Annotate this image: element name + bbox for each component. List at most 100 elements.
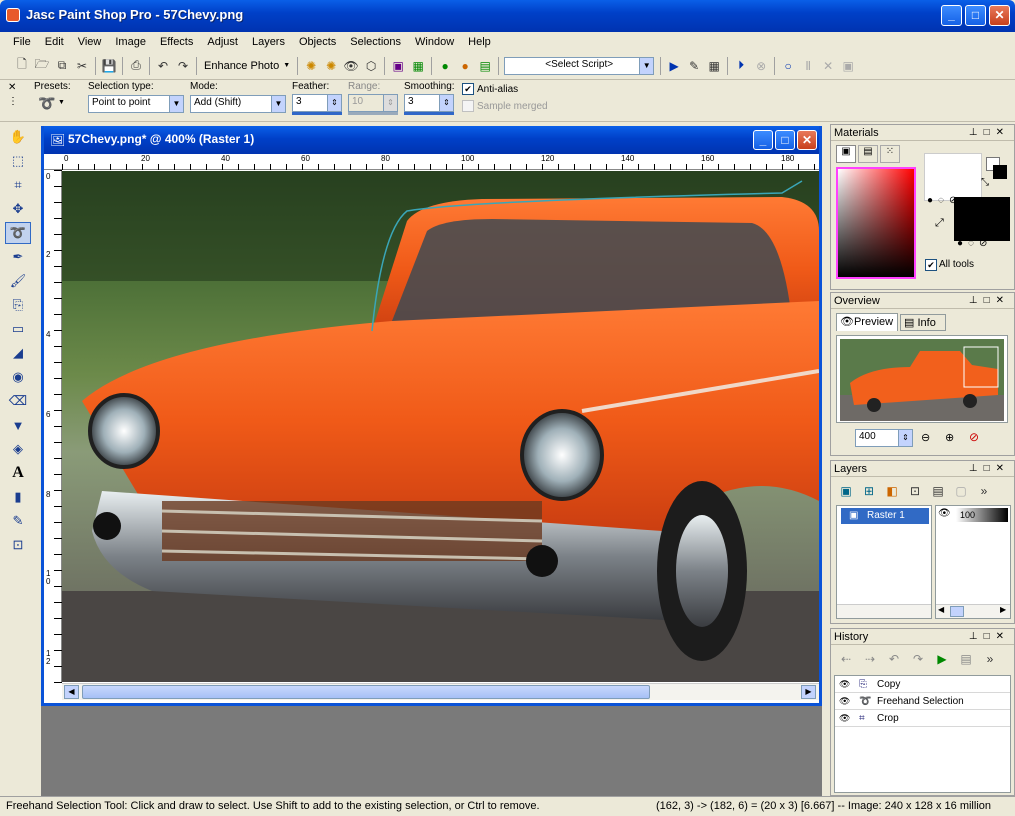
zoom-in-icon[interactable]: ⊕ (945, 431, 954, 444)
delete-layer-icon[interactable]: ▢ (951, 481, 971, 501)
quickscript-play-icon[interactable]: ▶ (932, 649, 952, 669)
menu-window[interactable]: Window (408, 36, 461, 48)
swap-fill-icon[interactable]: ⤢ (935, 217, 944, 230)
dodge-tool-icon[interactable]: ◢ (5, 342, 31, 364)
doc-maximize-button[interactable]: □ (775, 130, 795, 150)
new-adjustment-layer-icon[interactable]: ◧ (882, 481, 902, 501)
app-icon[interactable] (6, 8, 20, 22)
tab-info[interactable]: ▤ Info (900, 314, 946, 331)
swap-colors-icon[interactable]: ⤡ (981, 177, 989, 188)
menu-file[interactable]: File (6, 36, 38, 48)
dropper-tool-icon[interactable]: ✒ (5, 246, 31, 268)
cancel-icon[interactable]: ✕ (818, 56, 838, 76)
menu-effects[interactable]: Effects (153, 36, 200, 48)
scroll-right-icon[interactable]: ▶ (1000, 605, 1006, 614)
feather-slider[interactable] (292, 112, 342, 115)
frame-tab-icon[interactable]: ▣ (836, 145, 856, 163)
lighten-tool-icon[interactable]: ◉ (5, 366, 31, 388)
new-raster-layer-icon[interactable]: ▣ (836, 481, 856, 501)
new-vector-layer-icon[interactable]: ⊞ (859, 481, 879, 501)
eraser-tool-icon[interactable]: ⌫ (5, 390, 31, 412)
menu-selections[interactable]: Selections (343, 36, 408, 48)
move-tool-icon[interactable]: ✥ (5, 198, 31, 220)
visibility-eye-icon[interactable]: 👁 (938, 508, 951, 519)
preset-dropdown-icon[interactable]: ▼ (58, 99, 65, 106)
menu-objects[interactable]: Objects (292, 36, 343, 48)
clone-brush-tool-icon[interactable]: ⎘ (5, 294, 31, 316)
zoom-input[interactable]: 400 ⇕ (855, 429, 913, 447)
scroll-left-icon[interactable]: ◀ (938, 605, 944, 614)
pan-tool-icon[interactable]: ✋ (5, 126, 31, 148)
person-green-icon[interactable]: ● (435, 56, 455, 76)
run-script-icon[interactable]: ▶ (664, 56, 684, 76)
overview-preview[interactable] (836, 335, 1008, 423)
stop-script-icon[interactable]: ⊗ (751, 56, 771, 76)
sample-merged-checkbox[interactable] (462, 100, 474, 112)
redo-selected-icon[interactable]: ⇢ (860, 649, 880, 669)
palette-controls[interactable]: ⊥□✕ (969, 629, 1010, 645)
undo-selected-icon[interactable]: ⇠ (836, 649, 856, 669)
scroll-left-icon[interactable]: ◀ (64, 685, 79, 699)
color-picker[interactable] (836, 167, 916, 279)
swatches-tab-icon[interactable]: ⁙ (880, 145, 900, 163)
selection-tool-icon[interactable]: ⬚ (5, 150, 31, 172)
palette-controls[interactable]: ⊥□✕ (969, 125, 1010, 141)
text-tool-icon[interactable]: A (5, 462, 31, 484)
enhance-dropdown-icon[interactable]: ▼ (283, 62, 290, 69)
open-file-icon[interactable]: 🗁 (32, 56, 52, 76)
save-script-icon[interactable]: ▣ (838, 56, 858, 76)
minimize-button[interactable]: _ (941, 5, 962, 26)
effect-browser-icon[interactable]: ▣ (388, 56, 408, 76)
layer-props-scrollbar[interactable]: ◀ ▶ (936, 604, 1010, 618)
fill-tool-icon[interactable]: ▼ (5, 414, 31, 436)
spin-icon[interactable]: ⇕ (439, 95, 453, 111)
lasso-preset-icon[interactable]: ➰ (38, 95, 55, 112)
doc-minimize-button[interactable]: _ (753, 130, 773, 150)
history-undo-icon[interactable]: ↶ (884, 649, 904, 669)
rainbow-tab-icon[interactable]: ▤ (858, 145, 878, 163)
chevron-down-icon[interactable]: ▼ (639, 57, 654, 74)
menu-image[interactable]: Image (108, 36, 153, 48)
picture-frame-icon[interactable]: ▦ (408, 56, 428, 76)
pause-icon[interactable]: Ⅱ (798, 56, 818, 76)
more-options-icon[interactable]: » (974, 481, 994, 501)
paint-brush-tool-icon[interactable]: 🖌 (5, 270, 31, 292)
history-redo-icon[interactable]: ↷ (908, 649, 928, 669)
menu-layers[interactable]: Layers (245, 36, 292, 48)
duplicate-layer-icon[interactable]: ▤ (928, 481, 948, 501)
all-tools-checkbox[interactable]: ✔ (925, 259, 937, 271)
landscape-icon[interactable]: ▤ (475, 56, 495, 76)
scanner-icon[interactable]: ✂ (72, 56, 92, 76)
menu-help[interactable]: Help (461, 36, 498, 48)
auto-saturation-icon[interactable]: ✺ (321, 56, 341, 76)
preset-shape-tool-icon[interactable]: ▮ (5, 486, 31, 508)
more-options-icon[interactable]: » (980, 649, 1000, 669)
image-canvas[interactable] (62, 171, 819, 682)
smoothing-input[interactable]: 3 ⇕ (404, 94, 454, 112)
eye-icon[interactable]: 👁 (839, 693, 850, 710)
menu-edit[interactable]: Edit (38, 36, 71, 48)
redo-icon[interactable]: ↷ (173, 56, 193, 76)
feather-input[interactable]: 3 ⇕ (292, 94, 342, 112)
range-slider[interactable] (348, 112, 398, 115)
eye-icon[interactable]: 👁 (839, 710, 850, 727)
zoom-actual-icon[interactable]: ⊘ (969, 430, 979, 444)
browse-icon[interactable]: ⧉ (52, 56, 72, 76)
save-quickscript-icon[interactable]: ▤ (956, 649, 976, 669)
edit-script-icon[interactable]: ✎ (684, 56, 704, 76)
red-eye-icon[interactable]: 👁 (341, 56, 361, 76)
tab-preview[interactable]: 👁Preview (836, 313, 898, 331)
freehand-selection-tool-icon[interactable]: ➰ (5, 222, 31, 244)
background-swatch[interactable] (954, 197, 1010, 241)
document-title-bar[interactable]: 🖼 57Chevy.png* @ 400% (Raster 1) _ □ ✕ (44, 126, 819, 154)
range-input[interactable]: 10 ⇕ (348, 94, 398, 112)
save-icon[interactable]: 💾 (99, 56, 119, 76)
history-item[interactable]: 👁 ⌗ Crop (835, 710, 1010, 727)
eye-icon[interactable]: 👁 (839, 676, 850, 693)
bg-mini-swatch[interactable] (993, 165, 1007, 179)
selection-type-select[interactable]: Point to point ▼ (88, 95, 184, 113)
pen-tool-icon[interactable]: ✎ (5, 510, 31, 532)
picture-tube-tool-icon[interactable]: ◈ (5, 438, 31, 460)
script-toggle-icon[interactable]: ▦ (704, 56, 724, 76)
spin-icon[interactable]: ⇕ (327, 95, 341, 111)
